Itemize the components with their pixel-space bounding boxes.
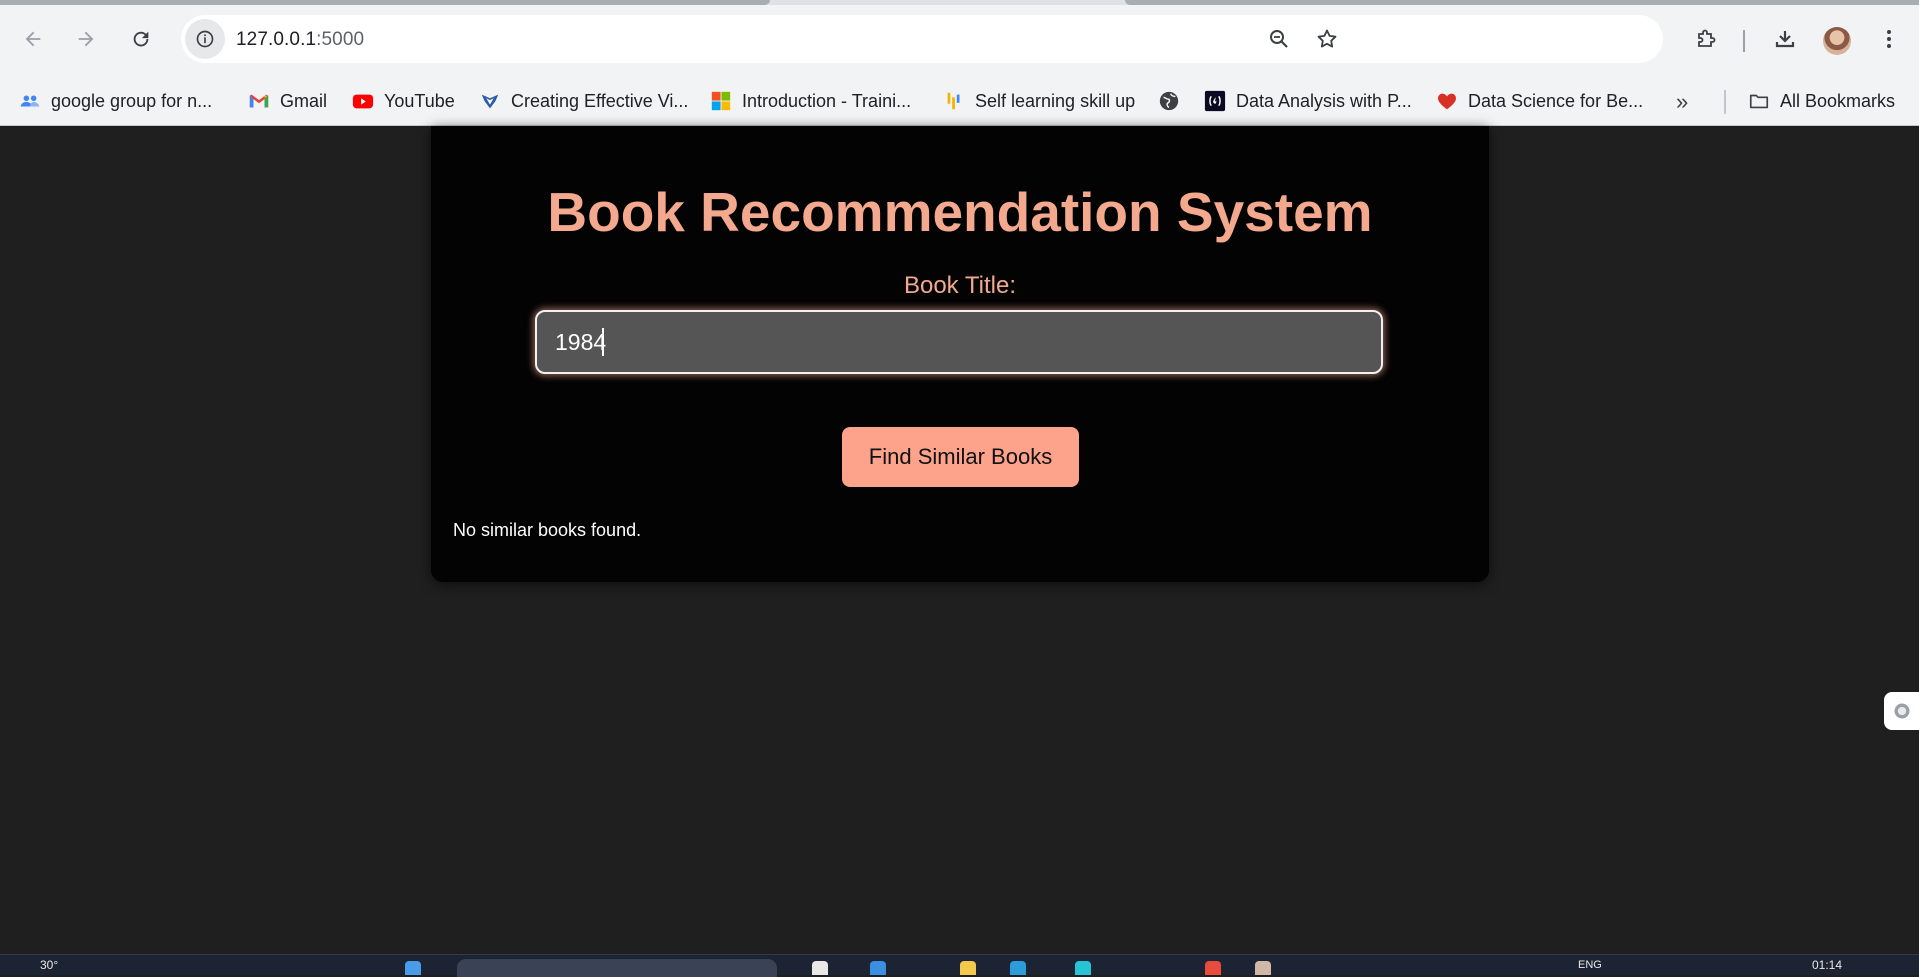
google-groups-icon bbox=[20, 95, 40, 107]
page-title: Book Recommendation System bbox=[547, 181, 1373, 243]
bookmark-label: Self learning skill up bbox=[975, 90, 1136, 111]
bookmark-site-icon bbox=[481, 94, 499, 109]
bookmark-label: All Bookmarks bbox=[1780, 90, 1896, 111]
clock[interactable]: 01:14 bbox=[1812, 958, 1842, 972]
puzzle-icon bbox=[1698, 29, 1716, 47]
address-bar[interactable]: 127.0.0.1:5000 bbox=[181, 15, 1663, 63]
bookmark-label: YouTube bbox=[384, 90, 455, 111]
weather-widget[interactable]: 30° bbox=[40, 958, 58, 972]
back-button[interactable] bbox=[16, 22, 50, 56]
language-indicator[interactable]: ENG bbox=[1578, 959, 1602, 971]
taskbar-app-icon[interactable] bbox=[960, 961, 976, 975]
arrow-left-icon bbox=[25, 31, 41, 47]
bookmark-item[interactable]: YouTube bbox=[352, 89, 455, 113]
circle-icon bbox=[1894, 703, 1909, 719]
download-icon bbox=[1775, 31, 1795, 48]
bookmark-item[interactable] bbox=[1158, 89, 1190, 113]
os-taskbar: 30° ENG 01:14 bbox=[0, 954, 1919, 977]
url-port: :5000 bbox=[316, 29, 365, 50]
bookmark-label: Creating Effective Vi... bbox=[511, 90, 689, 111]
bookmark-label: Data Science for Be... bbox=[1468, 90, 1644, 111]
microsoft-icon bbox=[711, 91, 731, 111]
gmail-icon bbox=[249, 94, 269, 108]
side-panel-toggle[interactable] bbox=[1884, 692, 1919, 730]
bookmark-item[interactable]: Introduction - Traini... bbox=[710, 89, 911, 113]
bookmark-item[interactable]: Gmail bbox=[248, 89, 327, 113]
bookmark-item[interactable]: Creating Effective Vi... bbox=[479, 89, 688, 113]
url-text[interactable]: 127.0.0.1:5000 bbox=[236, 29, 364, 51]
text-cursor bbox=[602, 328, 604, 356]
heart-icon bbox=[1438, 93, 1456, 110]
bookmark-label: Introduction - Traini... bbox=[742, 90, 912, 111]
browser-toolbar: 127.0.0.1:5000 bbox=[0, 5, 1919, 78]
book-title-label: Book Title: bbox=[903, 272, 1017, 299]
bookmark-item[interactable]: Data Science for Be... bbox=[1436, 89, 1643, 113]
more-vert-icon bbox=[1887, 30, 1891, 48]
bookmark-label: Gmail bbox=[280, 90, 328, 111]
url-host: 127.0.0.1 bbox=[236, 29, 317, 50]
taskbar-app-icon[interactable] bbox=[812, 961, 828, 975]
taskbar-search[interactable] bbox=[457, 959, 777, 977]
bars-logo-icon bbox=[947, 92, 960, 110]
all-bookmarks-button[interactable]: All Bookmarks bbox=[1748, 89, 1895, 113]
bookmark-label: Data Analysis with P... bbox=[1236, 90, 1412, 111]
freecodecamp-icon bbox=[1204, 90, 1226, 112]
info-icon bbox=[196, 30, 214, 48]
site-info-button[interactable] bbox=[185, 19, 225, 59]
bookmark-star-icon[interactable] bbox=[1315, 27, 1339, 51]
downloads-button[interactable] bbox=[1768, 22, 1802, 56]
more-bookmarks-button[interactable]: » bbox=[1676, 89, 1688, 115]
find-similar-books-button[interactable]: Find Similar Books bbox=[842, 427, 1079, 487]
taskbar-app-icon[interactable] bbox=[1205, 961, 1221, 975]
extensions-button[interactable] bbox=[1689, 22, 1723, 56]
browser-menu-button[interactable] bbox=[1872, 22, 1906, 56]
profile-avatar[interactable] bbox=[1823, 27, 1851, 55]
reload-icon bbox=[133, 31, 149, 47]
recommendation-card: Book Recommendation System Book Title: F… bbox=[431, 126, 1489, 582]
reload-button[interactable] bbox=[124, 22, 158, 56]
taskbar-app-icon[interactable] bbox=[1010, 961, 1026, 975]
taskbar-app-icon[interactable] bbox=[870, 961, 886, 975]
folder-icon bbox=[1749, 94, 1769, 109]
toolbar-divider bbox=[1743, 30, 1745, 52]
bookmark-item[interactable]: Self learning skill up bbox=[943, 89, 1135, 113]
result-message: No similar books found. bbox=[453, 520, 642, 540]
book-title-input[interactable] bbox=[535, 310, 1383, 374]
start-icon[interactable] bbox=[405, 961, 421, 975]
zoom-icon[interactable] bbox=[1267, 27, 1291, 51]
youtube-icon bbox=[352, 94, 374, 109]
bookmark-label: google group for n... bbox=[51, 90, 213, 111]
bookmarks-bar: google group for n... Gmail YouTube Crea… bbox=[0, 78, 1919, 126]
arrow-right-icon bbox=[78, 31, 94, 47]
taskbar-app-icon[interactable] bbox=[1075, 961, 1091, 975]
bookmarks-divider bbox=[1724, 90, 1726, 114]
taskbar-app-icon[interactable] bbox=[1255, 961, 1271, 975]
forward-button[interactable] bbox=[69, 22, 103, 56]
bookmark-item[interactable]: Data Analysis with P... bbox=[1204, 89, 1412, 113]
bookmark-item[interactable]: google group for n... bbox=[19, 89, 212, 113]
globe-icon bbox=[1159, 91, 1179, 111]
